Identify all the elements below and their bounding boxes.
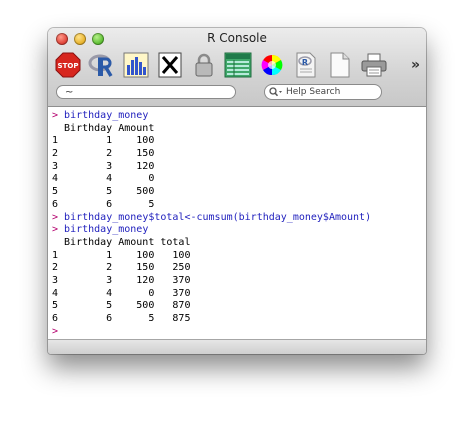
- data-table-icon: [224, 52, 252, 78]
- r-button[interactable]: [88, 51, 116, 79]
- console-prompt: >: [52, 325, 65, 337]
- data-editor-button[interactable]: [224, 51, 252, 79]
- console-output-line: 6 6 5 875: [52, 313, 422, 326]
- printer-icon: [361, 53, 387, 77]
- console-output-line: 4 4 0: [52, 173, 422, 186]
- console-output-line: 4 4 0 370: [52, 288, 422, 301]
- console-command-line: >: [52, 326, 422, 339]
- console-output-text: 6 6 5 875: [52, 313, 191, 324]
- x11-icon: [158, 52, 182, 78]
- console-output-text: 1 1 100: [52, 135, 155, 147]
- title-bar[interactable]: R Console STOP R » ~ Help Search: [48, 28, 426, 107]
- color-wheel-icon: [261, 54, 283, 76]
- new-document-icon: [330, 52, 350, 78]
- console-output-text: 1 1 100 100: [52, 249, 191, 261]
- console-output-text: Birthday Amount: [52, 122, 155, 134]
- console-command-line: > birthday_money$total<-cumsum(birthday_…: [52, 212, 422, 225]
- console-command-text: birthday_money: [64, 110, 149, 121]
- chart-icon: [123, 52, 149, 78]
- console-output-line: 6 6 5: [52, 199, 422, 212]
- console-output-line: Birthday Amount: [52, 123, 422, 136]
- console-output-line: 5 5 500 870: [52, 300, 422, 313]
- stop-icon: STOP: [55, 52, 81, 78]
- console-output-line: 5 5 500: [52, 186, 422, 199]
- console-output-text: 3 3 120: [52, 160, 155, 172]
- x11-button[interactable]: [156, 51, 184, 79]
- console-output-text: 3 3 120 370: [52, 274, 191, 286]
- svg-text:R: R: [302, 58, 308, 67]
- console-command-line: > birthday_money: [52, 110, 422, 123]
- console-prompt: >: [52, 211, 65, 223]
- source-script-button[interactable]: R: [292, 51, 320, 79]
- search-icon[interactable]: [269, 87, 283, 97]
- stop-label: STOP: [58, 62, 79, 70]
- console-output-line: 1 1 100: [52, 135, 422, 148]
- console-command-text: birthday_money: [64, 224, 149, 236]
- help-search-field[interactable]: [264, 84, 382, 100]
- console-output-text: 5 5 500 870: [52, 300, 191, 312]
- console-output-text: 4 4 0: [52, 173, 155, 185]
- stop-button[interactable]: STOP: [54, 51, 82, 79]
- console-output-text: 6 6 5: [52, 198, 155, 210]
- new-document-button[interactable]: [326, 51, 354, 79]
- console-output-text: Birthday Amount total: [52, 236, 191, 248]
- colors-button[interactable]: [258, 51, 286, 79]
- console-output-line: 2 2 150: [52, 148, 422, 161]
- console-output-text: 2 2 150 250: [52, 262, 191, 274]
- location-bar: ~: [48, 83, 426, 103]
- toolbar: STOP R: [54, 49, 394, 81]
- console-output-text: 2 2 150: [52, 148, 155, 160]
- window-title: R Console: [207, 31, 267, 45]
- console-command-text: birthday_money$total<-cumsum(birthday_mo…: [64, 211, 372, 223]
- working-directory-field[interactable]: ~: [56, 85, 236, 99]
- r-console-window: R Console STOP R » ~ Help Search > birth…: [48, 28, 426, 354]
- console-prompt: >: [52, 110, 65, 121]
- r-logo-icon: [88, 54, 113, 77]
- toolbar-overflow-button[interactable]: »: [411, 57, 420, 73]
- help-search-input[interactable]: [283, 87, 366, 97]
- source-script-icon: R: [296, 52, 316, 78]
- console-output-line: 3 3 120: [52, 161, 422, 174]
- print-button[interactable]: [360, 51, 388, 79]
- console-output-text: 5 5 500: [52, 186, 155, 198]
- console-output-line: Birthday Amount total: [52, 237, 422, 250]
- lock-icon: [195, 53, 213, 77]
- console-output-line: 3 3 120 370: [52, 275, 422, 288]
- console-prompt: >: [52, 224, 65, 236]
- graphics-button[interactable]: [122, 51, 150, 79]
- console-command-line: > birthday_money: [52, 224, 422, 237]
- status-bar: [48, 339, 426, 354]
- console-output-line: 2 2 150 250: [52, 262, 422, 275]
- console-output-line: 1 1 100 100: [52, 250, 422, 263]
- console-output-text: 4 4 0 370: [52, 287, 191, 299]
- console-output[interactable]: > birthday_money Birthday Amount 1 1 100 2…: [48, 107, 426, 340]
- authorization-button[interactable]: [190, 51, 218, 79]
